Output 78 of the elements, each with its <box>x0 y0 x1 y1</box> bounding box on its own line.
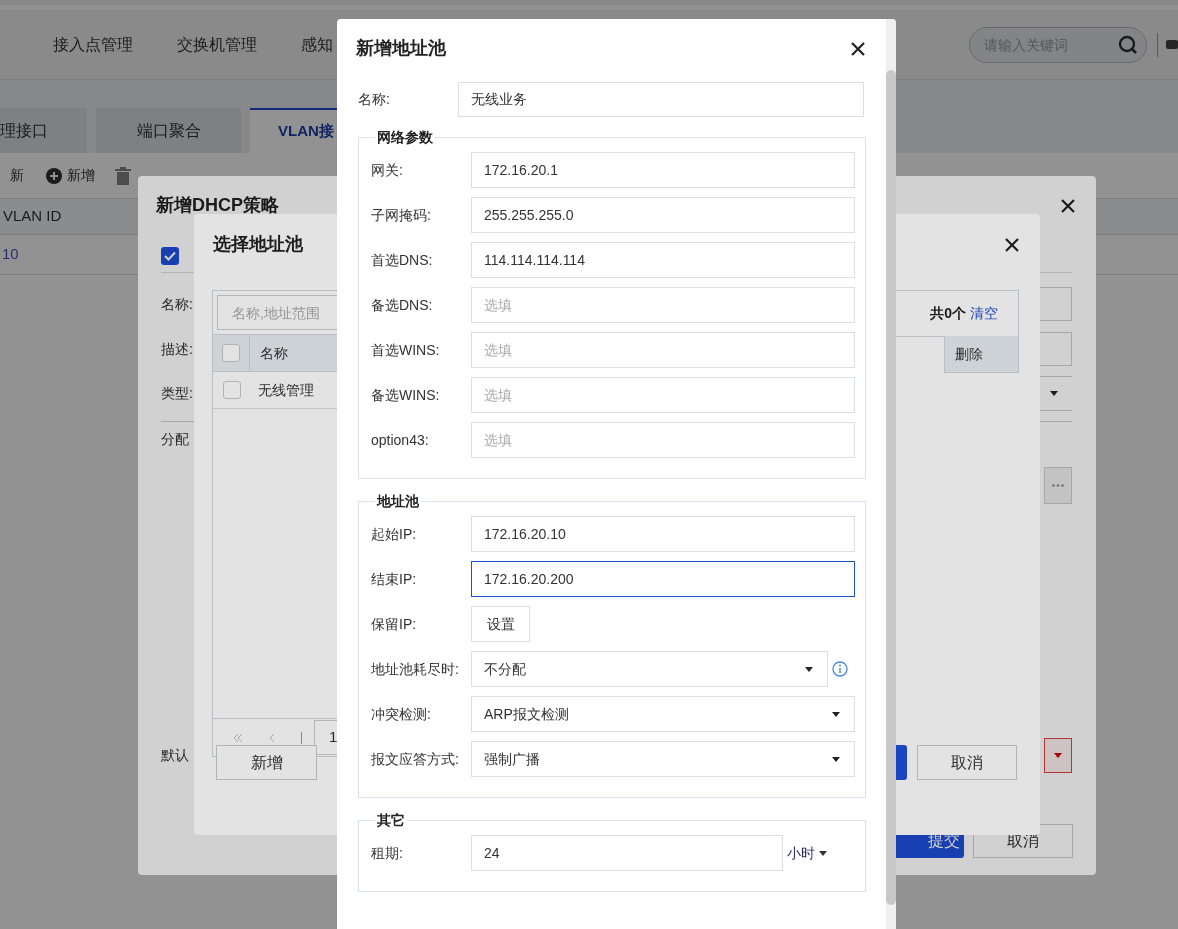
field-label: option43: <box>371 430 430 450</box>
field-label: 首选DNS: <box>371 250 434 270</box>
checkbox[interactable] <box>222 344 240 362</box>
dropdown[interactable]: 强制广播 <box>471 741 855 777</box>
field-label: 描述: <box>161 339 193 359</box>
clear-link[interactable]: 清空 <box>970 303 998 324</box>
dialog-title: 选择地址池 <box>213 233 303 256</box>
nav-item[interactable]: 交换机管理 <box>177 32 257 57</box>
trash-icon <box>115 166 131 185</box>
field-label: 报文应答方式: <box>371 749 460 769</box>
close-icon[interactable] <box>1004 236 1020 253</box>
input-field[interactable]: 选填 <box>471 422 855 458</box>
input-field[interactable]: 无线业务 <box>458 82 864 117</box>
input-field[interactable]: 24 <box>471 835 783 871</box>
dropdown[interactable]: ARP报文检测 <box>471 696 855 732</box>
input-field[interactable]: 172.16.20.200 <box>471 561 855 597</box>
field-label: 类型: <box>161 384 193 403</box>
table-cell-text: 无线管理 <box>257 380 314 400</box>
add-button[interactable]: 新增 <box>216 745 317 780</box>
tab[interactable]: 端口聚合 <box>96 108 241 153</box>
field-label: 保留IP: <box>371 614 418 634</box>
field-label: 备选WINS: <box>371 385 441 405</box>
field-label: 默认 <box>161 746 189 765</box>
caret-icon <box>805 666 813 672</box>
settings-button[interactable]: 设置 <box>471 606 530 642</box>
selected-count: 共0个 <box>930 304 966 323</box>
field-label: 网关: <box>371 160 404 180</box>
field-label: 结束IP: <box>371 569 418 589</box>
nav-item[interactable]: 接入点管理 <box>53 32 133 57</box>
caret-icon <box>832 756 840 762</box>
field-label: 租期: <box>371 843 404 863</box>
input-field[interactable]: 选填 <box>471 377 855 413</box>
plus-circle-icon <box>46 167 62 184</box>
caret-icon <box>1054 753 1062 758</box>
column-header: VLAN ID <box>3 206 62 227</box>
close-icon[interactable] <box>850 40 866 57</box>
field-label: 首选WINS: <box>371 340 441 360</box>
field-label: 子网掩码: <box>371 205 432 225</box>
section-title: 地址池 <box>375 492 420 511</box>
field-label: 地址池耗尽时: <box>371 659 460 679</box>
dropdown[interactable]: 不分配 <box>471 651 828 687</box>
dropdown[interactable] <box>1044 738 1072 773</box>
unit-dropdown[interactable]: 小时 <box>787 842 827 864</box>
field-label: 名称: <box>161 294 193 314</box>
checkbox[interactable] <box>161 246 179 265</box>
caret-icon <box>832 711 840 717</box>
section-title: 其它 <box>376 811 406 830</box>
input-field[interactable]: 选填 <box>471 332 855 368</box>
input-field[interactable]: 255.255.255.0 <box>471 197 855 233</box>
caret-icon <box>819 850 827 856</box>
scrollbar[interactable] <box>886 19 896 929</box>
field-label: 起始IP: <box>371 524 418 544</box>
input-field[interactable]: 172.16.20.1 <box>471 152 855 188</box>
caret-icon <box>1050 391 1058 396</box>
field-label: 备选DNS: <box>371 295 434 315</box>
tab[interactable]: 理接口 <box>0 108 87 153</box>
close-icon[interactable] <box>1060 197 1076 214</box>
search-icon[interactable] <box>1118 34 1138 55</box>
cancel-button[interactable]: 取消 <box>917 745 1017 780</box>
column-header: 名称 <box>259 343 288 363</box>
input-field[interactable]: 114.114.114.114 <box>471 242 855 278</box>
message-icon[interactable] <box>1166 37 1178 52</box>
previous-page-icon[interactable] <box>269 733 275 742</box>
info-icon[interactable] <box>832 661 848 677</box>
dialog-title: 新增DHCP策略 <box>156 194 279 217</box>
ellipsis-icon <box>1052 484 1064 487</box>
field-label: 名称: <box>358 90 391 109</box>
table-cell-text: 10 <box>2 244 19 265</box>
column-header: 删除 <box>955 344 983 364</box>
input-field[interactable]: 172.16.20.10 <box>471 516 855 552</box>
toolbar-button[interactable]: 新增 <box>46 165 95 186</box>
field-label: 分配 <box>161 430 189 449</box>
input-field[interactable]: 选填 <box>471 287 855 323</box>
first-page-icon[interactable] <box>233 733 243 742</box>
field-label: 冲突检测: <box>371 704 432 724</box>
dialog-title: 新增地址池 <box>356 37 446 60</box>
checkbox[interactable] <box>222 381 241 399</box>
toolbar-button[interactable]: 新 <box>10 165 24 186</box>
